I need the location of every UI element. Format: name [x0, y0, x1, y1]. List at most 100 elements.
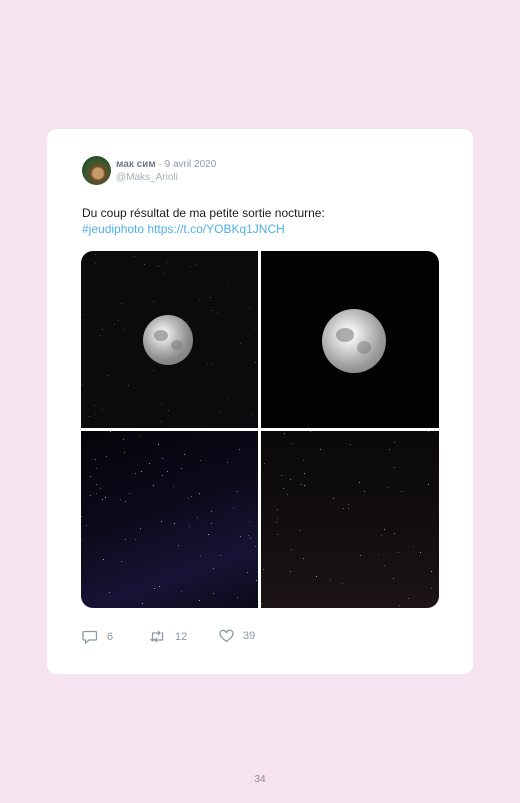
author-handle[interactable]: @Maks_Arioli	[116, 172, 178, 183]
star-speck	[105, 279, 106, 280]
star-speck	[154, 588, 155, 589]
star-speck	[394, 467, 395, 468]
star-speck	[394, 533, 395, 534]
star-speck	[102, 409, 103, 410]
star-speck	[161, 421, 162, 422]
star-speck	[163, 273, 164, 274]
photo-moon-large[interactable]	[261, 251, 439, 428]
star-speck	[281, 475, 282, 476]
like-action[interactable]: 39	[219, 629, 255, 643]
star-speck	[263, 569, 264, 570]
star-speck	[105, 497, 106, 498]
star-speck	[153, 301, 154, 302]
star-speck	[197, 517, 198, 518]
star-speck	[303, 558, 304, 559]
star-speck	[199, 300, 200, 301]
star-speck	[211, 523, 212, 524]
star-speck	[121, 303, 122, 304]
star-speck	[384, 565, 385, 566]
star-speck	[212, 363, 213, 364]
star-speck	[211, 511, 212, 512]
star-speck	[359, 482, 360, 483]
star-speck	[129, 493, 130, 494]
star-speck	[276, 522, 277, 523]
star-speck	[96, 493, 97, 494]
star-speck	[96, 468, 97, 469]
star-speck	[428, 431, 429, 432]
star-speck	[168, 410, 169, 411]
url-link[interactable]: https://t.co/YOBKq1JNCH	[147, 222, 284, 236]
star-speck	[264, 463, 265, 464]
star-speck	[86, 525, 87, 526]
star-speck	[200, 460, 201, 461]
star-speck	[208, 534, 209, 535]
star-speck	[304, 485, 305, 486]
star-speck	[82, 384, 83, 385]
avatar[interactable]	[82, 156, 111, 185]
star-speck	[238, 297, 239, 298]
star-speck	[135, 539, 136, 540]
star-speck	[350, 444, 351, 445]
star-speck	[81, 516, 82, 517]
star-speck	[207, 363, 208, 364]
star-speck	[90, 476, 91, 477]
star-speck	[304, 473, 305, 474]
star-speck	[233, 508, 234, 509]
photo-stars-blue[interactable]	[81, 431, 258, 608]
star-speck	[247, 572, 248, 573]
tweet-date[interactable]: · 9 avril 2020	[159, 159, 217, 170]
page-number: 34	[254, 774, 266, 785]
star-speck	[213, 568, 214, 569]
heart-icon	[219, 629, 234, 643]
star-speck	[168, 328, 169, 329]
tweet-links: #jeudiphoto https://t.co/YOBKq1JNCH	[82, 221, 452, 237]
star-speck	[217, 312, 218, 313]
star-speck	[154, 338, 155, 339]
star-speck	[173, 486, 174, 487]
star-speck	[106, 456, 107, 457]
star-speck	[301, 484, 302, 485]
star-speck	[227, 399, 228, 400]
author-name[interactable]: мак сим	[116, 159, 156, 170]
star-speck	[240, 343, 241, 344]
star-speck	[398, 552, 399, 553]
star-speck	[167, 471, 168, 472]
star-speck	[123, 439, 124, 440]
star-speck	[330, 579, 331, 580]
reply-action[interactable]: 6	[82, 629, 113, 644]
star-speck	[316, 576, 317, 577]
star-speck	[428, 484, 429, 485]
tweet-text: Du coup résultat de ma petite sortie noc…	[82, 205, 452, 237]
star-speck	[290, 571, 291, 572]
star-speck	[85, 307, 86, 308]
star-speck	[333, 498, 334, 499]
star-speck	[384, 529, 385, 530]
star-speck	[139, 435, 140, 436]
star-speck	[118, 320, 119, 321]
star-speck	[220, 555, 221, 556]
reply-icon	[82, 629, 98, 644]
star-speck	[125, 501, 126, 502]
star-speck	[413, 546, 414, 547]
reply-count: 6	[107, 630, 114, 643]
retweet-action[interactable]: 12	[149, 629, 187, 644]
photo-moon-small[interactable]	[81, 251, 258, 428]
star-speck	[162, 475, 163, 476]
star-speck	[178, 545, 179, 546]
star-speck	[237, 597, 238, 598]
star-speck	[189, 526, 190, 527]
star-speck	[114, 324, 115, 325]
star-speck	[199, 600, 200, 601]
star-speck	[348, 508, 349, 509]
star-speck	[167, 260, 168, 261]
star-speck	[122, 369, 123, 370]
star-speck	[249, 521, 250, 522]
star-speck	[287, 494, 288, 495]
hashtag-link[interactable]: #jeudiphoto	[82, 222, 144, 236]
star-speck	[236, 333, 237, 334]
star-speck	[123, 329, 124, 330]
star-speck	[103, 559, 104, 560]
star-speck	[389, 449, 390, 450]
photo-stars-red[interactable]	[261, 431, 439, 608]
star-speck	[121, 561, 122, 562]
